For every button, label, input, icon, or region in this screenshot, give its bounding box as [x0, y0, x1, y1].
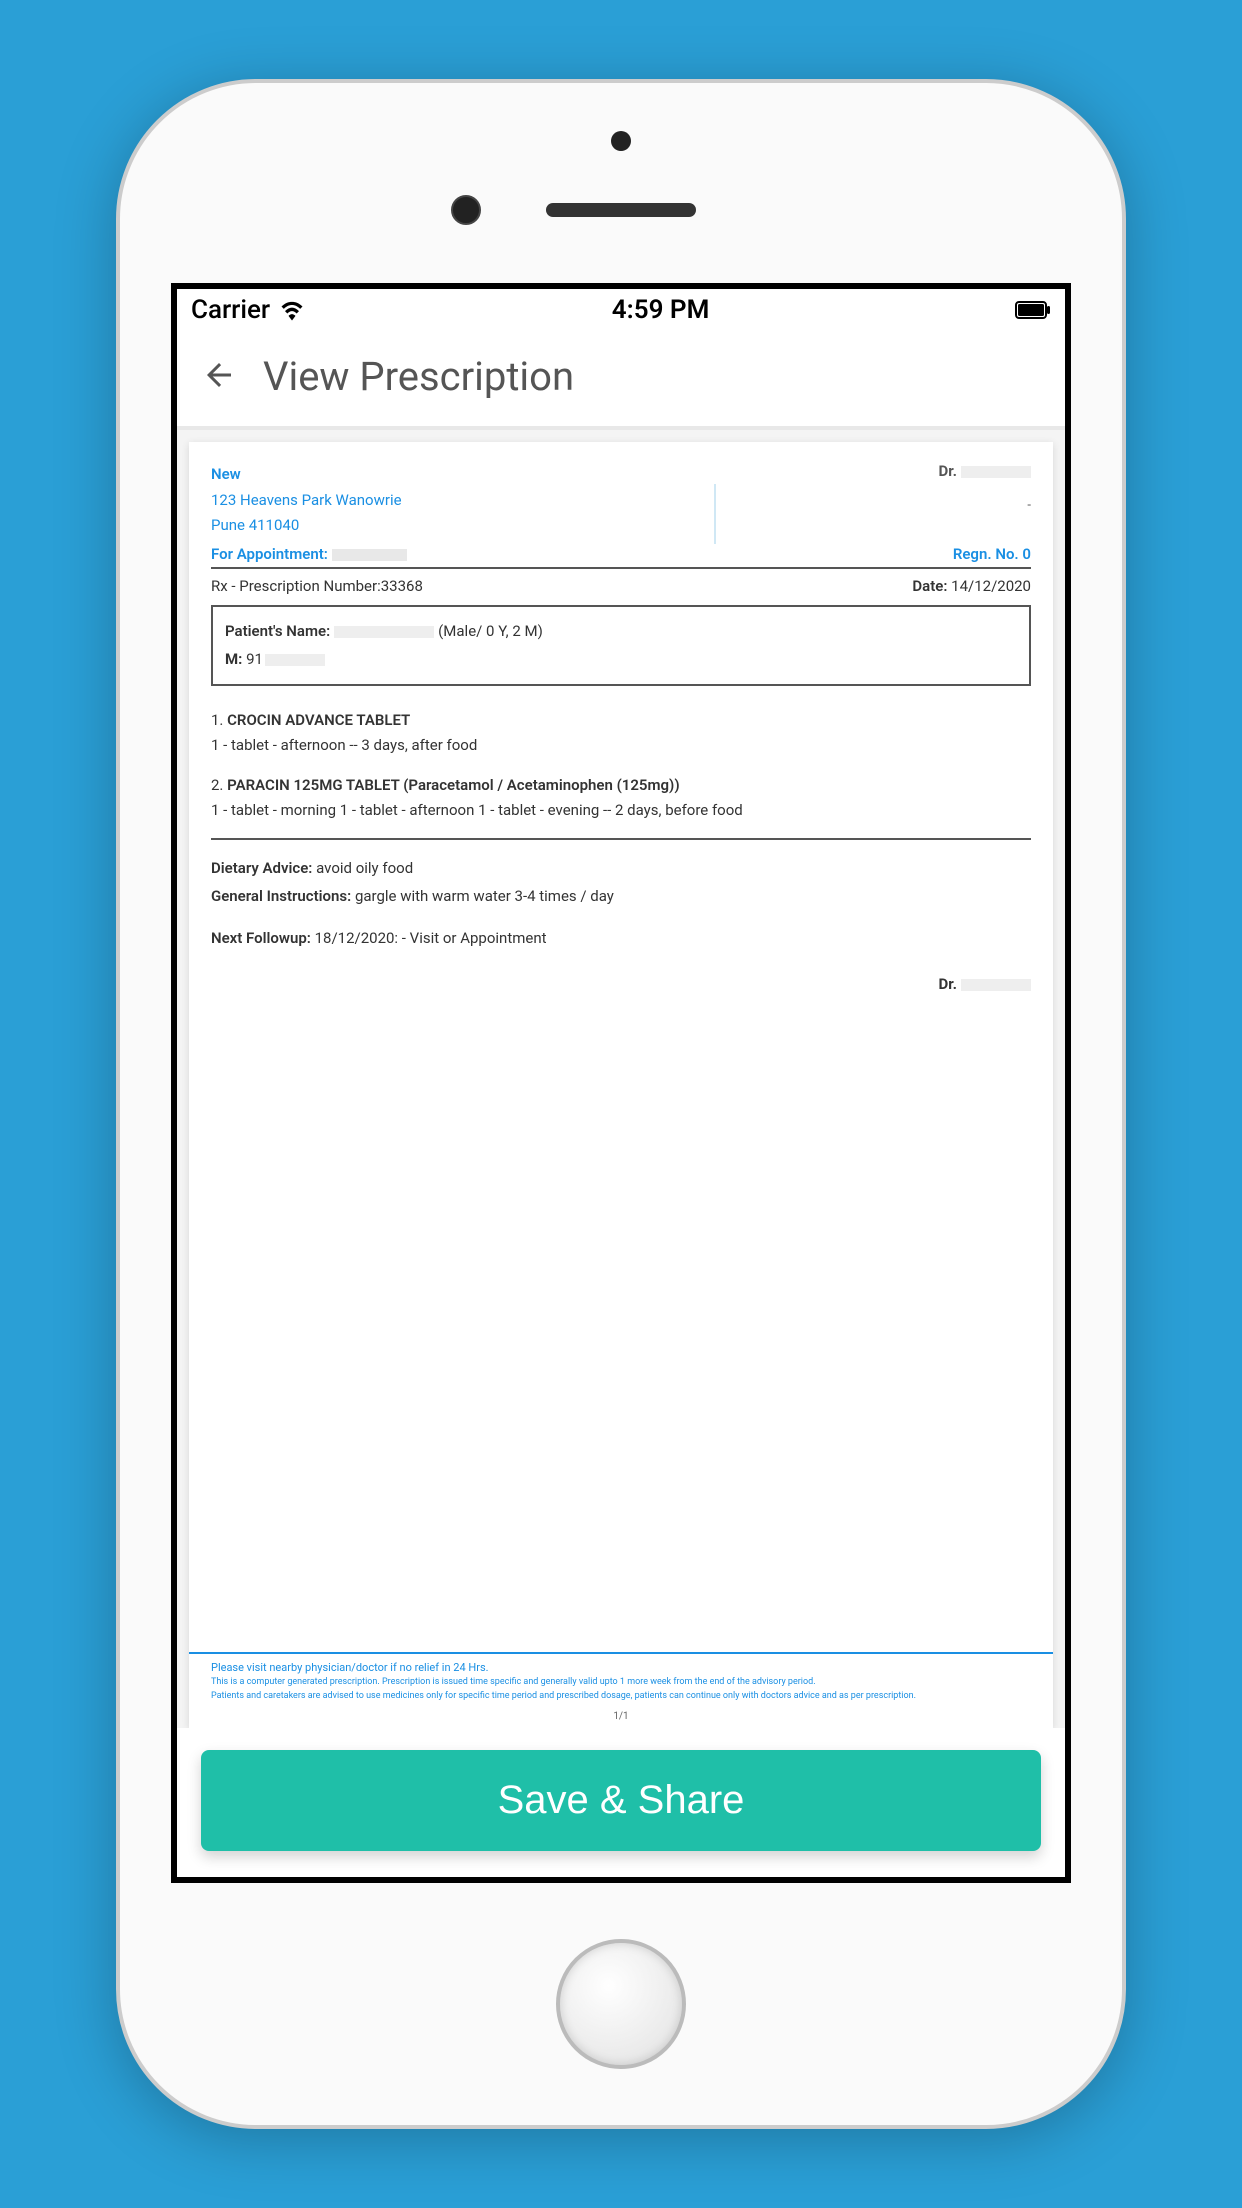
patient-box: Patient's Name: (Male/ 0 Y, 2 M) M: 91 [211, 605, 1031, 686]
patient-name-label: Patient's Name: [225, 622, 330, 640]
followup-text: 18/12/2020: - Visit or Appointment [315, 929, 547, 947]
document-container[interactable]: New 123 Heavens Park Wanowrie Pune 41104… [177, 430, 1065, 1728]
followup-block: Next Followup: 18/12/2020: - Visit or Ap… [211, 929, 1031, 947]
signature-redacted [961, 979, 1031, 991]
regn-no: Regn. No. 0 [953, 545, 1031, 563]
speaker-grille [546, 203, 696, 217]
wifi-icon [278, 299, 306, 321]
med-item-2: 2. PARACIN 125MG TABLET (Paracetamol / A… [211, 773, 1031, 824]
app-header: View Prescription [177, 331, 1065, 430]
back-arrow-icon[interactable] [201, 357, 237, 397]
phone-frame: Carrier 4:59 PM View Prescription [116, 79, 1126, 2129]
mobile-redacted [265, 654, 325, 666]
status-left: Carrier [191, 295, 306, 325]
medications-list: 1. CROCIN ADVANCE TABLET 1 - tablet - af… [211, 708, 1031, 840]
sensor-dot [611, 131, 631, 151]
clinic-address-2: Pune 411040 [211, 513, 402, 539]
patient-demographics: (Male/ 0 Y, 2 M) [438, 622, 543, 640]
clinic-status: New [211, 462, 402, 488]
save-share-button[interactable]: Save & Share [201, 1750, 1041, 1851]
dietary-text: avoid oily food [316, 859, 413, 877]
appointment-redacted [332, 549, 407, 561]
med-2-dosage: 1 - tablet - morning 1 - tablet - aftern… [211, 798, 1031, 824]
instructions-text: gargle with warm water 3-4 times / day [355, 887, 614, 905]
dietary-label: Dietary Advice: [211, 859, 312, 877]
clinic-info: New 123 Heavens Park Wanowrie Pune 41104… [211, 462, 402, 539]
doctor-name-redacted [961, 466, 1031, 478]
med-2-name: PARACIN 125MG TABLET (Paracetamol / Acet… [227, 776, 679, 794]
prescription-page: New 123 Heavens Park Wanowrie Pune 41104… [189, 442, 1053, 1728]
rx-number-label: Rx - Prescription Number: [211, 577, 381, 595]
med-1-name: CROCIN ADVANCE TABLET [227, 711, 410, 729]
battery-icon [1015, 301, 1051, 319]
save-bar: Save & Share [177, 1728, 1065, 1877]
front-camera [451, 195, 481, 225]
rx-number: 33368 [381, 577, 423, 595]
rx-row: Rx - Prescription Number:33368 Date: 14/… [211, 569, 1031, 605]
page-title: View Prescription [263, 353, 574, 400]
phone-top-bezel [120, 83, 1122, 283]
signature-block: Dr. [211, 975, 1031, 993]
med-1-index: 1. [211, 711, 223, 729]
rx-date-label: Date: [912, 577, 947, 595]
appointment-label: For Appointment: [211, 545, 328, 563]
patient-name-redacted [334, 626, 434, 638]
doc-body: New 123 Heavens Park Wanowrie Pune 41104… [189, 442, 1053, 1652]
appointment-row: For Appointment: Regn. No. 0 [211, 545, 1031, 563]
footer-line-1: Please visit nearby physician/doctor if … [211, 1660, 1031, 1677]
doc-footer: Please visit nearby physician/doctor if … [189, 1652, 1053, 1708]
clinic-address-1: 123 Heavens Park Wanowrie [211, 488, 402, 514]
home-button[interactable] [556, 1939, 686, 2069]
device-screen: Carrier 4:59 PM View Prescription [171, 283, 1071, 1883]
mobile-prefix: 91 [246, 650, 263, 668]
mobile-label: M: [225, 650, 242, 668]
status-time: 4:59 PM [612, 295, 710, 325]
advice-block: Dietary Advice: avoid oily food General … [211, 854, 1031, 911]
doctor-name-top: Dr. - [939, 462, 1031, 513]
med-2-index: 2. [211, 776, 223, 794]
phone-bottom-bezel [556, 1883, 686, 2125]
med-item-1: 1. CROCIN ADVANCE TABLET 1 - tablet - af… [211, 708, 1031, 759]
status-right [1015, 301, 1051, 319]
carrier-label: Carrier [191, 295, 270, 325]
header-vertical-separator [714, 484, 716, 544]
med-1-dosage: 1 - tablet - afternoon -- 3 days, after … [211, 733, 1031, 759]
doc-header: New 123 Heavens Park Wanowrie Pune 41104… [211, 462, 1031, 569]
followup-label: Next Followup: [211, 929, 311, 947]
status-bar: Carrier 4:59 PM [177, 289, 1065, 331]
footer-line-2: This is a computer generated prescriptio… [211, 1676, 1031, 1690]
doctor-prefix: Dr. [939, 462, 957, 480]
signature-prefix: Dr. [939, 975, 957, 993]
page-number: 1/1 [189, 1707, 1053, 1728]
instructions-label: General Instructions: [211, 887, 351, 905]
footer-line-3: Patients and caretakers are advised to u… [211, 1690, 1031, 1704]
rx-date: 14/12/2020 [951, 577, 1031, 595]
